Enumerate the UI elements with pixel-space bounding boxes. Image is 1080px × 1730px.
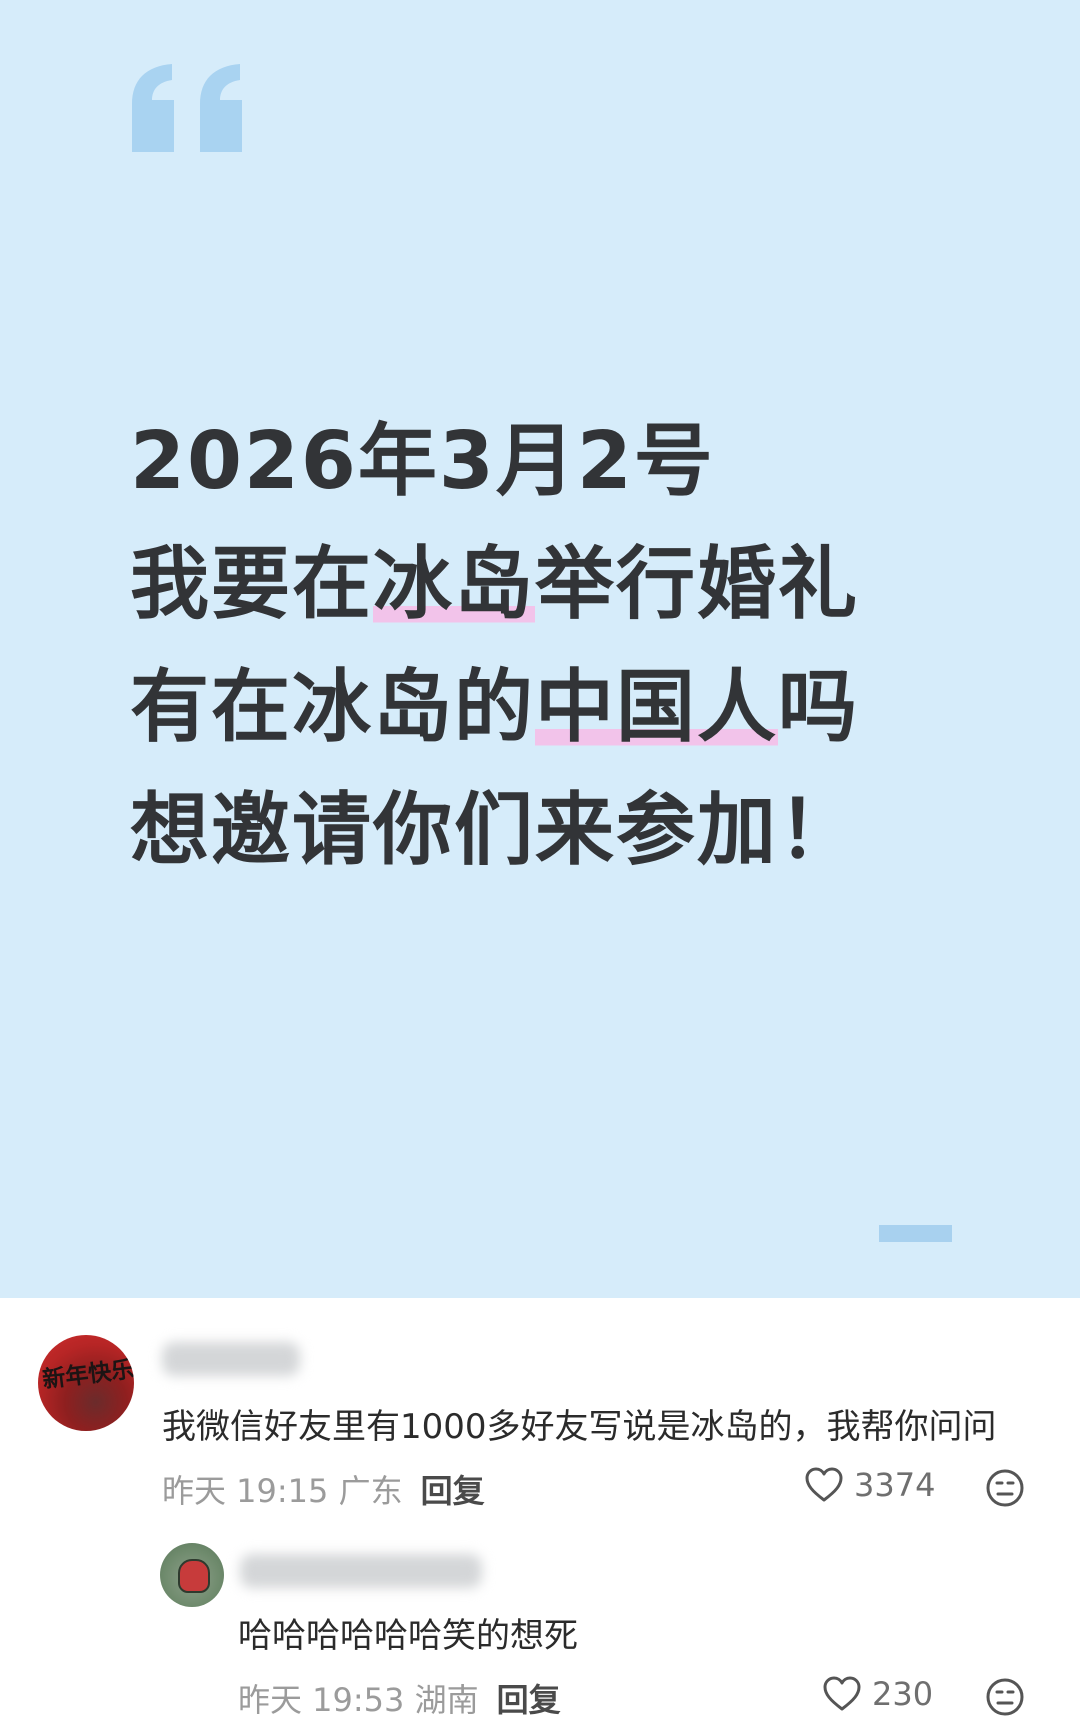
post-image-card: 2026年3月2号 我要在冰岛举行婚礼 有在冰岛的中国人吗 想邀请你们来参加！ (0, 0, 1080, 1298)
comment-meta: 昨天 19:15 广东 回复 (162, 1466, 485, 1512)
comment-text: 哈哈哈哈哈哈笑的想死 (238, 1616, 578, 1656)
comment-time-location: 昨天 19:53 湖南 (238, 1681, 479, 1719)
like-button[interactable]: 3374 (804, 1466, 935, 1504)
post-message: 2026年3月2号 我要在冰岛举行婚礼 有在冰岛的中国人吗 想邀请你们来参加！ (130, 400, 1030, 892)
like-count: 230 (872, 1675, 934, 1713)
post-text-segment: 举行婚礼 (535, 538, 859, 630)
emoji-icon[interactable] (985, 1468, 1025, 1508)
avatar[interactable] (160, 1543, 224, 1607)
post-line-wedding: 我要在冰岛举行婚礼 (130, 523, 1030, 646)
decorative-bar (879, 1225, 952, 1242)
avatar-text: 新年快乐 (41, 1355, 134, 1394)
comment-meta: 昨天 19:53 湖南 回复 (238, 1675, 561, 1721)
post-text-segment: 我要在 (130, 538, 373, 630)
post-text-segment: 吗 (778, 661, 859, 753)
like-count: 3374 (854, 1466, 936, 1504)
avatar-figure (178, 1559, 210, 1593)
post-line-date: 2026年3月2号 (130, 415, 715, 507)
comment-time-location: 昨天 19:15 广东 (162, 1472, 403, 1510)
reply-button[interactable]: 回复 (497, 1681, 561, 1719)
username-blurred[interactable] (162, 1342, 300, 1376)
post-line-question: 有在冰岛的中国人吗 (130, 646, 1030, 769)
highlighted-text-chinese: 中国人 (535, 661, 778, 753)
comment-text: 我微信好友里有1000多好友写说是冰岛的，我帮你问问 (162, 1407, 997, 1447)
post-line-invite: 想邀请你们来参加！ (130, 784, 859, 876)
quote-icon (132, 64, 242, 152)
heart-icon (823, 1676, 861, 1711)
like-button[interactable]: 230 (822, 1675, 933, 1713)
emoji-icon[interactable] (985, 1677, 1025, 1717)
heart-icon (805, 1467, 843, 1502)
username-blurred[interactable] (240, 1554, 482, 1588)
avatar[interactable]: 新年快乐 (38, 1335, 134, 1431)
reply-button[interactable]: 回复 (421, 1472, 485, 1510)
post-text-segment: 有在冰岛的 (130, 661, 535, 753)
highlighted-text-iceland: 冰岛 (373, 538, 535, 630)
